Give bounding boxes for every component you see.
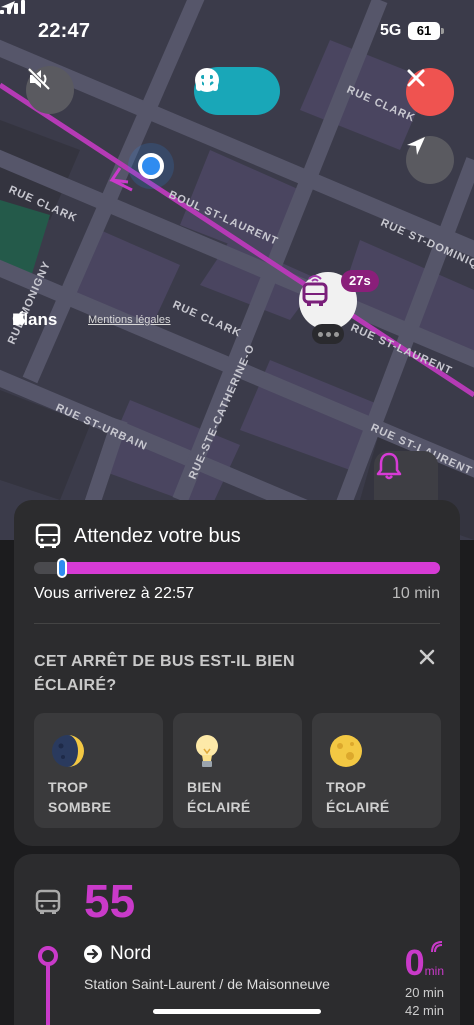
option-label: TROP ÉCLAIRÉ (326, 779, 390, 815)
trip-progress-bar (34, 558, 440, 578)
home-indicator (153, 1009, 321, 1014)
bus-icon (35, 523, 61, 548)
apple-icon (12, 311, 25, 326)
option-too-dark[interactable]: TROP SOMBRE (34, 713, 163, 828)
divider (34, 623, 440, 624)
bus-icon (35, 889, 61, 914)
close-button[interactable] (406, 68, 454, 116)
map-view[interactable]: BOUL ST-LAURENT RUE CLARK RUE CLARK RUE … (0, 0, 474, 540)
bell-icon (376, 452, 402, 480)
legal-link[interactable]: Mentions légales (88, 314, 171, 326)
lightbulb-icon (196, 735, 218, 767)
progress-knob (57, 558, 67, 578)
direction: Nord (84, 943, 151, 965)
route-line-stop (38, 946, 58, 966)
close-icon (419, 649, 435, 665)
next-departure: 20 min (404, 985, 444, 1000)
bus-occupancy-indicator (312, 324, 344, 344)
realtime-unit: min (424, 964, 444, 978)
route-line (46, 964, 50, 1025)
mute-button[interactable] (26, 66, 74, 114)
direction-label: Nord (110, 943, 152, 964)
option-label: BIEN ÉCLAIRÉ (187, 779, 251, 815)
location-arrow-icon (407, 137, 425, 155)
recenter-button[interactable] (406, 136, 454, 184)
direction-arrow-icon (84, 945, 102, 963)
user-location-marker (138, 153, 164, 179)
lighting-options: TROP SOMBRE BIEN ÉCLAIRÉ TROP ÉCLAIRÉ (34, 713, 441, 828)
trip-title: Attendez votre bus (74, 524, 241, 547)
bus-eta-badge: 27s (341, 270, 379, 292)
trip-header: Attendez votre bus (34, 522, 241, 550)
option-well-lit[interactable]: BIEN ÉCLAIRÉ (173, 713, 302, 828)
arrival-time: Vous arriverez à 22:57 (34, 585, 195, 602)
realtime-signal-icon (431, 941, 443, 953)
next-departure: 42 min (404, 1003, 444, 1018)
network-type: 5G (380, 22, 402, 39)
close-icon (407, 69, 425, 87)
feedback-button[interactable] (194, 67, 280, 115)
dismiss-question-button[interactable] (416, 646, 438, 668)
stop-name: Station Saint-Laurent / de Maisonneuve (84, 976, 330, 992)
moon-icon (52, 735, 84, 767)
option-too-bright[interactable]: TROP ÉCLAIRÉ (312, 713, 441, 828)
battery-tip (441, 28, 444, 34)
apple-maps-logo: Plans (12, 310, 57, 330)
progress-fill (62, 562, 440, 574)
trip-duration: 10 min (391, 585, 440, 602)
bar-chart-icon (196, 69, 218, 91)
trip-status-card: Attendez votre bus Vous arriverez à 22:5… (14, 500, 460, 846)
battery-icon: 61 (408, 22, 440, 40)
realtime-value: 0 (404, 942, 425, 983)
lighting-question: CET ARRÊT DE BUS EST-IL BIEN ÉCLAIRÉ? (34, 653, 295, 694)
full-moon-icon (330, 735, 362, 767)
realtime-departures: 0min 20 min 42 min (384, 941, 444, 1020)
route-number: 55 (84, 875, 136, 927)
option-label: TROP SOMBRE (48, 779, 112, 815)
departure-card[interactable]: 55 Nord Station Saint-Laurent / de Maiso… (14, 854, 460, 1025)
status-bar: 22:47 5G 61 (0, 0, 474, 60)
speaker-muted-icon (27, 67, 51, 91)
signal-icon (0, 0, 25, 14)
bus-icon (302, 275, 328, 306)
status-time: 22:47 (38, 20, 91, 42)
